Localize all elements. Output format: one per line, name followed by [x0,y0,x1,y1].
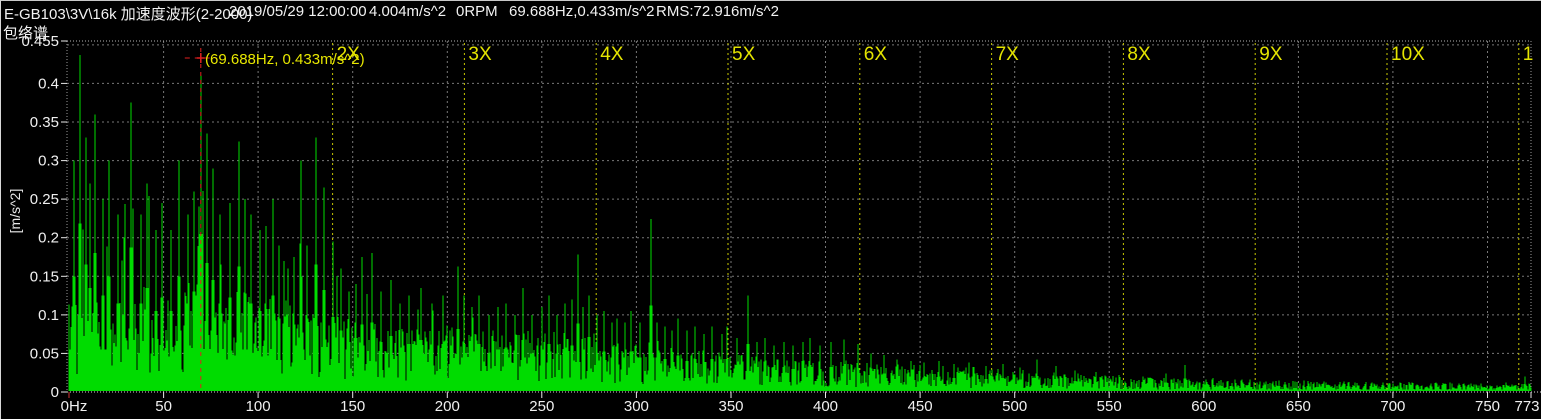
harmonic-label-6x: 6X [864,44,888,65]
x-tick-label: 400 [813,398,838,415]
harmonic-label-10x: 10X [1391,44,1425,65]
x-tick-label: 350 [718,398,743,415]
x-tick-label: 600 [1191,398,1216,415]
x-tick-label: 773 [1514,398,1539,415]
harmonic-label-11x: 1 [1523,44,1534,65]
x-tick-label: 450 [908,398,933,415]
y-tick-label: 0.15 [30,268,59,285]
x-tick-label: 50 [155,398,172,415]
y-tick-label: 0 [51,384,59,401]
x-tick-label: 0Hz [61,398,88,415]
x-tick-label: 200 [435,398,460,415]
spectrum-trace [69,55,1531,391]
harmonic-label-3x: 3X [468,44,492,65]
y-tick-label: 0.1 [38,307,59,324]
x-tick-label: 150 [340,398,365,415]
y-tick-label: 0.35 [30,114,59,131]
axes [61,41,1531,398]
x-tick-label: 700 [1380,398,1405,415]
y-tick-label: 0.2 [38,230,59,247]
fft-spectrum-path [69,55,1531,391]
x-tick-label: 650 [1286,398,1311,415]
harmonic-label-5x: 5X [732,44,756,65]
x-tick-label: 750 [1475,398,1500,415]
x-tick-label: 500 [1002,398,1027,415]
harmonic-label-4x: 4X [600,44,624,65]
harmonic-label-9x: 9X [1259,44,1283,65]
x-tick-label: 250 [529,398,554,415]
x-tick-label: 100 [246,398,271,415]
x-tick-label: 300 [624,398,649,415]
x-tick-label: 550 [1097,398,1122,415]
harmonic-label-8x: 8X [1127,44,1151,65]
cursor-annotation: (69.688Hz, 0.433m/s^2) [205,51,365,68]
y-tick-label: 0.3 [38,153,59,170]
y-tick-label: 0.05 [30,345,59,362]
vibration-analysis-window: E-GB103\3V\16k 加速度波形(2-2000) 2019/05/29 … [0,0,1541,419]
harmonic-cursors: 2X3X4X5X6X7X8X9X10X1 [333,43,1534,391]
y-tick-label: 0.25 [30,191,59,208]
y-tick-label: 0.455 [21,33,59,50]
y-tick-label: 0.4 [38,75,59,92]
harmonic-label-7x: 7X [996,44,1020,65]
